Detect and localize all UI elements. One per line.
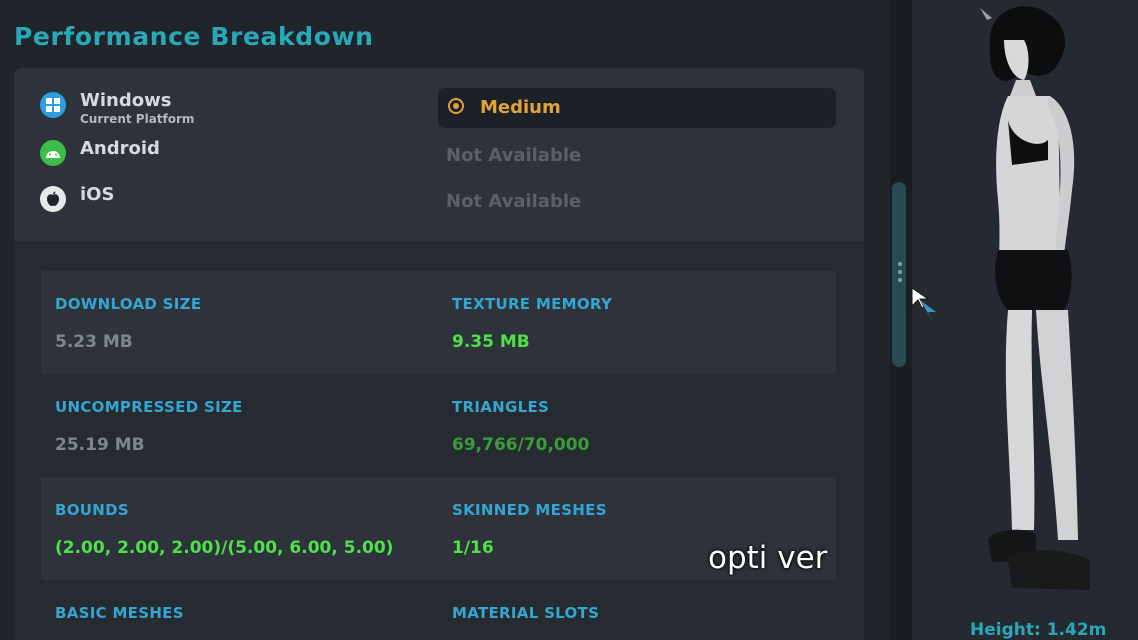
quality-rating-label: Medium (480, 97, 561, 118)
stat-row: UNCOMPRESSED SIZE 25.19 MB TRIANGLES 69,… (41, 374, 836, 477)
grip-dot (898, 270, 902, 274)
stat-value: 25.19 MB (55, 435, 145, 455)
stats-area: DOWNLOAD SIZE 5.23 MB TEXTURE MEMORY 9.3… (14, 241, 864, 640)
grip-dot (898, 262, 902, 266)
stat-triangles: TRIANGLES 69,766/70,000 (438, 374, 828, 477)
scrollbar[interactable] (890, 0, 912, 640)
stat-label: SKINNED MESHES (452, 501, 607, 519)
platform-name: iOS (80, 184, 115, 205)
stat-value: 1/16 (452, 538, 494, 558)
stat-label: TEXTURE MEMORY (452, 295, 613, 313)
avatar-preview[interactable]: Height: 1.42m (912, 0, 1138, 640)
stat-value: 5.23 MB (55, 332, 133, 352)
stat-value: 69,766/70,000 (452, 435, 590, 455)
platform-card: Windows Current Platform Android iOS Med… (14, 68, 864, 241)
stat-uncompressed-size: UNCOMPRESSED SIZE 25.19 MB (41, 374, 431, 477)
stat-texture-memory: TEXTURE MEMORY 9.35 MB (438, 271, 828, 374)
grip-dot (898, 278, 902, 282)
stat-bounds: BOUNDS (2.00, 2.00, 2.00)/(5.00, 6.00, 5… (41, 477, 431, 580)
stat-label: TRIANGLES (452, 398, 550, 416)
avatar-model-image (980, 6, 1090, 590)
apple-icon (40, 186, 66, 212)
app-root: Performance Breakdown Windows Current Pl… (0, 0, 1138, 640)
platform-sub: Current Platform (80, 112, 195, 126)
mouse-cursor-icon (911, 287, 936, 320)
stat-label: BASIC MESHES (55, 604, 184, 622)
android-status: Not Available (446, 145, 582, 166)
stat-material-slots: MATERIAL SLOTS (438, 580, 828, 640)
page-title: Performance Breakdown (14, 22, 374, 51)
stat-basic-meshes: BASIC MESHES (41, 580, 431, 640)
stat-row: BASIC MESHES MATERIAL SLOTS (41, 580, 836, 640)
platform-name: Android (80, 138, 160, 159)
scrollbar-thumb[interactable] (892, 182, 906, 367)
quality-rating-badge[interactable]: Medium (438, 88, 836, 128)
stat-label: DOWNLOAD SIZE (55, 295, 202, 313)
avatar-height-label: Height: 1.42m (970, 620, 1107, 640)
android-icon (40, 140, 66, 166)
stat-value: 9.35 MB (452, 332, 530, 352)
video-caption: opti ver (708, 540, 828, 576)
ios-status: Not Available (446, 191, 582, 212)
stat-row: DOWNLOAD SIZE 5.23 MB TEXTURE MEMORY 9.3… (41, 271, 836, 374)
stat-label: MATERIAL SLOTS (452, 604, 600, 622)
stat-download-size: DOWNLOAD SIZE 5.23 MB (41, 271, 431, 374)
windows-icon (40, 92, 66, 118)
stat-label: UNCOMPRESSED SIZE (55, 398, 243, 416)
rating-radio-icon (448, 98, 464, 114)
stat-label: BOUNDS (55, 501, 129, 519)
platform-name: Windows (80, 90, 172, 111)
stat-value: (2.00, 2.00, 2.00)/(5.00, 6.00, 5.00) (55, 538, 394, 558)
